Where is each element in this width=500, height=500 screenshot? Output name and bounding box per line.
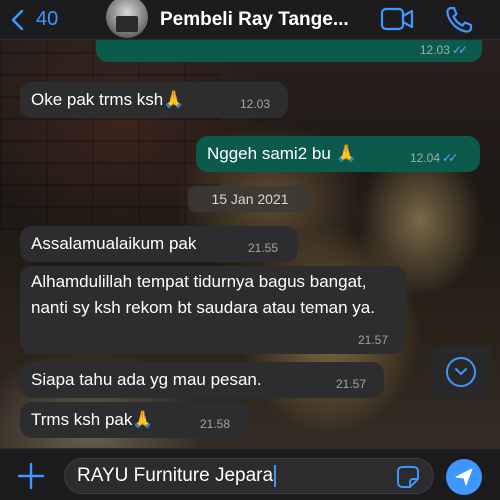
avatar[interactable] <box>106 0 148 38</box>
message-text: Assalamualaikum pak <box>31 234 197 253</box>
read-ticks-icon: ✓✓ <box>451 43 468 57</box>
plus-icon[interactable] <box>16 461 46 491</box>
chevron-down-icon <box>446 357 476 387</box>
send-arrow-icon <box>455 468 473 486</box>
chat-header: 40 Pembeli Ray Tange... <box>0 0 500 40</box>
scroll-to-bottom-button[interactable] <box>430 346 492 398</box>
phone-icon[interactable] <box>444 5 474 35</box>
message-input-value: RAYU Furniture Jepara <box>77 465 274 486</box>
message-composer: RAYU Furniture Jepara <box>0 448 500 500</box>
message-bubble-incoming[interactable]: Assalamualaikum pak 21.55 <box>20 226 298 262</box>
message-time: 21.57 <box>336 377 367 391</box>
unread-count: 40 <box>36 8 59 30</box>
read-ticks-icon: ✓✓ <box>442 151 458 165</box>
message-time: 21.58 <box>200 417 231 431</box>
message-text: Trms ksh pak🙏 <box>31 410 154 429</box>
send-button[interactable] <box>446 459 482 495</box>
message-time: 12.03 <box>419 43 450 57</box>
message-time: 12.04 <box>410 151 441 165</box>
message-text: Nggeh sami2 bu 🙏 <box>207 144 357 163</box>
wallpaper-brick-texture <box>0 40 220 230</box>
message-text: Siapa tahu ada yg mau pesan. <box>31 370 262 389</box>
video-camera-icon[interactable] <box>380 6 414 32</box>
date-separator: 15 Jan 2021 <box>188 186 312 212</box>
text-caret <box>274 464 277 487</box>
message-time: 21.57 <box>358 333 389 347</box>
message-bubble-incoming[interactable]: Trms ksh pak🙏 21.58 <box>20 402 250 438</box>
sticker-icon[interactable] <box>396 465 420 489</box>
message-text: Oke pak trms ksh🙏 <box>31 90 185 109</box>
message-bubble-outgoing[interactable]: Nggeh sami2 bu 🙏 12.04 ✓✓ <box>196 136 480 172</box>
message-time: 12.03 <box>240 97 271 111</box>
message-time: 21.55 <box>248 241 279 255</box>
message-bubble-incoming[interactable]: Siapa tahu ada yg mau pesan. 21.57 <box>20 362 384 398</box>
message-bubble-incoming[interactable]: Alhamdulillah tempat tidurnya bagus bang… <box>20 266 406 354</box>
message-bubble-incoming[interactable]: Oke pak trms ksh🙏 12.03 <box>20 82 288 118</box>
message-input[interactable]: RAYU Furniture Jepara <box>64 458 434 494</box>
contact-name[interactable]: Pembeli Ray Tange... <box>160 9 375 31</box>
chevron-left-icon <box>11 9 24 30</box>
back-button[interactable]: 40 <box>10 0 90 40</box>
message-text: Alhamdulillah tempat tidurnya bagus bang… <box>31 272 375 317</box>
